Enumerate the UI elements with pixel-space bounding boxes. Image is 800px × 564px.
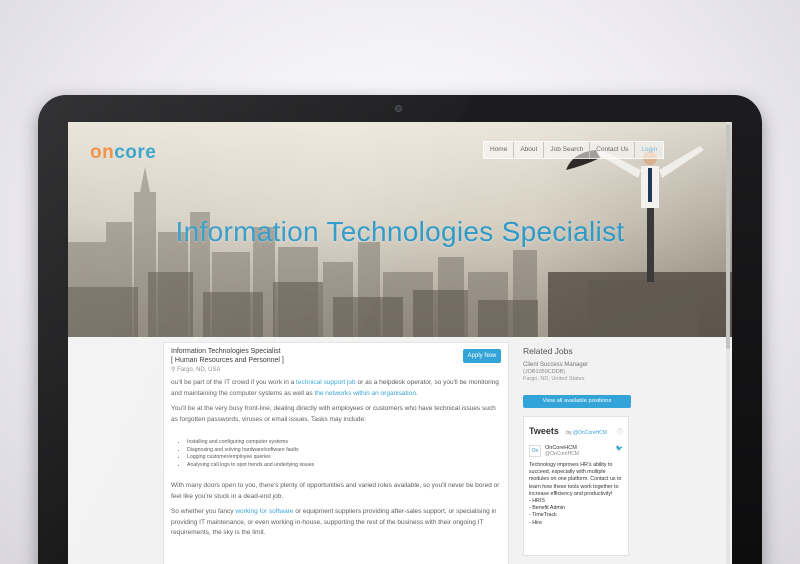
twitter-widget: Tweets by @OnCoreHCM ⓘ On OnCoreHCM @OnC… xyxy=(523,416,629,556)
job-description-card: Information Technologies Specialist [ Hu… xyxy=(163,342,509,564)
tweet-author-handle[interactable]: @OnCoreHCM xyxy=(545,451,579,457)
related-job-id: (JOB1059CDDB) xyxy=(523,369,566,375)
website-screen: oncore Home About Job Search Contact Us … xyxy=(68,122,732,564)
job-location-text: Fargo, ND, USA xyxy=(177,367,221,373)
nav-item-job-search[interactable]: Job Search xyxy=(544,142,591,158)
page-scrollbar[interactable] xyxy=(726,122,730,564)
job-paragraph-4: So whether you fancy working for softwar… xyxy=(171,508,497,536)
nav-item-login[interactable]: Login xyxy=(635,142,663,158)
related-jobs-heading: Related Jobs xyxy=(523,346,573,356)
list-item: Analysing call logs to spot trends and u… xyxy=(187,462,501,470)
job-paragraph-2: You'll be at the very busy front-line, d… xyxy=(171,405,496,423)
job-category: [ Human Resources and Personnel ] xyxy=(171,356,284,364)
tweets-by: by @OnCoreHCM xyxy=(566,430,607,436)
twitter-widget-header: Tweets by @OnCoreHCM ⓘ xyxy=(529,421,623,439)
technical-support-link[interactable]: technical support job xyxy=(296,379,356,386)
related-job-title[interactable]: Client Success Manager xyxy=(523,362,723,368)
tweet-author: On OnCoreHCM @OnCoreHCM 🐦 xyxy=(529,445,623,457)
job-title: Information Technologies Specialist xyxy=(171,348,281,355)
info-icon[interactable]: ⓘ xyxy=(617,427,623,436)
webcam xyxy=(395,105,402,112)
apply-now-button[interactable]: Apply Now xyxy=(463,349,501,363)
hero-title: Information Technologies Specialist xyxy=(175,216,625,247)
nav-item-home[interactable]: Home xyxy=(484,142,515,158)
twitter-bird-icon[interactable]: 🐦 xyxy=(616,445,623,452)
networks-link[interactable]: the networks within an organisation xyxy=(314,390,416,397)
tweet-text: Technology improves HR's ability to succ… xyxy=(529,462,622,526)
avatar[interactable]: On xyxy=(529,445,541,457)
task-list: Installing and configuring computer syst… xyxy=(187,439,501,469)
job-paragraph-1: ou'll be part of the IT crowd if you wor… xyxy=(171,379,499,397)
job-location: ⚲ Fargo, ND, USA xyxy=(171,366,501,373)
main-nav: Home About Job Search Contact Us Login xyxy=(483,141,665,159)
tweets-by-handle-link[interactable]: @OnCoreHCM xyxy=(573,430,607,436)
map-pin-icon: ⚲ xyxy=(171,367,176,373)
monitor-bezel: oncore Home About Job Search Contact Us … xyxy=(38,95,762,564)
scrollbar-thumb[interactable] xyxy=(726,124,730,349)
list-item: Diagnosing and solving hardware/software… xyxy=(187,447,501,455)
nav-item-about[interactable]: About xyxy=(514,142,545,158)
working-for-software-link[interactable]: working for software xyxy=(235,508,293,515)
sidebar: Related Jobs Client Success Manager (JOB… xyxy=(523,342,723,556)
nav-item-contact-us[interactable]: Contact Us xyxy=(590,142,636,158)
tweets-heading: Tweets xyxy=(529,426,559,436)
job-paragraph-3: With many doors open to you, there's ple… xyxy=(171,482,500,500)
hero-banner: oncore Home About Job Search Contact Us … xyxy=(68,122,732,337)
page-content: Information Technologies Specialist [ Hu… xyxy=(68,337,732,564)
view-all-positions-button[interactable]: View all available positions xyxy=(523,395,631,408)
oncore-logo[interactable]: oncore xyxy=(90,142,156,164)
related-job-location: Fargo, ND, United States xyxy=(523,376,585,382)
list-item: Logging customer/employee queries xyxy=(187,454,501,462)
list-item: Installing and configuring computer syst… xyxy=(187,439,501,447)
